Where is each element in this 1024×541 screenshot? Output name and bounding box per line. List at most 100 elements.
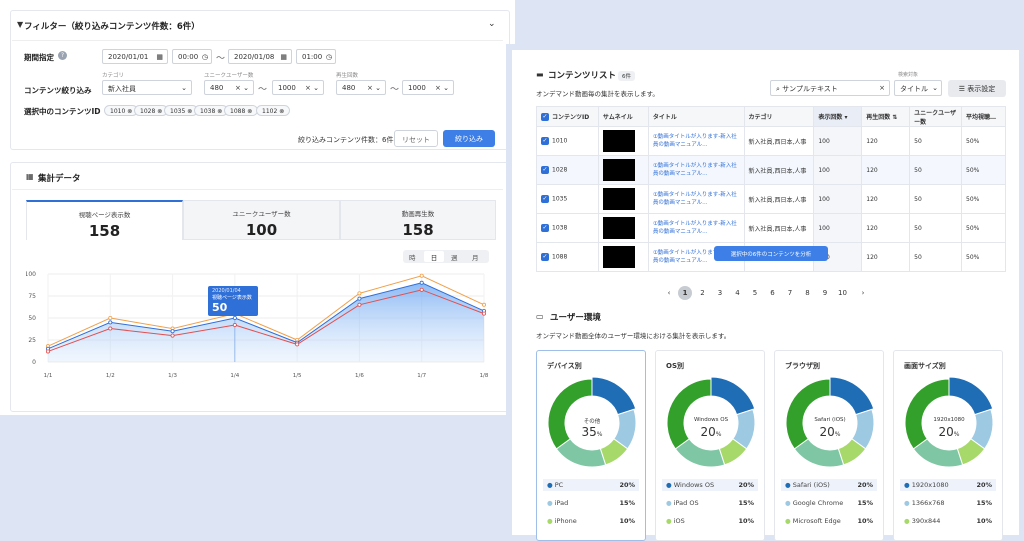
next-page[interactable]: › — [856, 286, 870, 300]
legend-item[interactable]: ● Google Chrome 15% — [781, 497, 877, 509]
legend-item[interactable]: ● Safari (iOS) 20% — [781, 479, 877, 491]
count-badge: 6件 — [618, 71, 635, 81]
x-tick-label: 1/4 — [230, 373, 239, 379]
time-to-input[interactable]: 01:00 ◷ — [296, 49, 336, 64]
help-icon[interactable]: ? — [58, 51, 67, 60]
table-row[interactable]: ✓ 1035 ①動画タイトルが入ります-新入社員の動画マニュアル… 新入社員,西日… — [536, 184, 1006, 214]
collapse-chevron-icon[interactable]: ⌄ — [488, 19, 496, 29]
id-chip[interactable]: 1102 ⊗ — [256, 105, 291, 116]
env-card-title: ブラウザ別 — [785, 362, 820, 370]
donut-center-label: 1920x1080 — [933, 417, 965, 423]
prev-page[interactable]: ‹ — [662, 286, 676, 300]
x-tick-label: 1/8 — [480, 373, 489, 379]
col-views[interactable]: 表示回数 ▾ — [813, 106, 863, 127]
tab-unique-users[interactable]: ユニークユーザー数 100 — [183, 200, 340, 240]
unique-min-select[interactable]: 480 × ⌄ — [204, 80, 254, 95]
legend-item[interactable]: ● iPhone 10% — [543, 515, 639, 527]
page-1[interactable]: 1 — [678, 286, 692, 300]
monitor-icon: ▭ — [536, 312, 544, 321]
col-avg[interactable]: 平均視聴… — [961, 106, 1006, 127]
col-plays[interactable]: 再生回数 ⇅ — [861, 106, 911, 127]
data-point — [108, 316, 113, 321]
unique-sublabel: ユニークユーザー数 — [204, 73, 254, 79]
row-views: 100 — [813, 155, 863, 185]
row-avg: 50% — [961, 155, 1006, 185]
table-row[interactable]: ✓ 1038 ①動画タイトルが入ります-新入社員の動画マニュアル… 新入社員,西日… — [536, 213, 1006, 243]
row-id[interactable]: ✓ 1088 — [536, 242, 599, 272]
row-category: 新入社員,西日本,人事 — [743, 155, 815, 185]
row-id[interactable]: ✓ 1038 — [536, 213, 599, 243]
date-to-input[interactable]: 2020/01/08 ▦ — [228, 49, 292, 64]
page-9[interactable]: 9 — [818, 286, 832, 300]
page-10[interactable]: 10 — [836, 286, 850, 300]
unit-week[interactable]: 週 — [451, 252, 458, 262]
donut-slice[interactable] — [948, 376, 994, 416]
y-tick-label: 50 — [28, 315, 36, 322]
analyze-selected-button[interactable]: 選択中の6件のコンテンツを分析 — [714, 246, 828, 261]
tab-video-plays[interactable]: 動画再生数 158 — [340, 200, 496, 240]
legend-item[interactable]: ● Microsoft Edge 10% — [781, 515, 877, 527]
table-row[interactable]: ✓ 1028 ①動画タイトルが入ります-新入社員の動画マニュアル… 新入社員,西日… — [536, 155, 1006, 185]
unit-hour[interactable]: 時 — [409, 252, 416, 262]
row-avg: 50% — [961, 242, 1006, 272]
row-title-link[interactable]: ①動画タイトルが入ります-新入社員の動画マニュアル… — [647, 126, 745, 156]
search-input[interactable]: ⌕ サンプルテキスト × — [770, 80, 890, 96]
reset-button[interactable]: リセット — [394, 130, 438, 147]
unique-max-select[interactable]: 1000 × ⌄ — [272, 80, 324, 95]
date-from-input[interactable]: 2020/01/01 ▦ — [102, 49, 168, 64]
legend-item[interactable]: ● iPad 15% — [543, 497, 639, 509]
page-3[interactable]: 3 — [713, 286, 727, 300]
grid-icon: ▦ — [26, 172, 34, 181]
time-from-input[interactable]: 00:00 ◷ — [172, 49, 212, 64]
play-max-select[interactable]: 1000 × ⌄ — [402, 80, 454, 95]
page-4[interactable]: 4 — [731, 286, 745, 300]
row-id[interactable]: ✓ 1028 — [536, 155, 599, 185]
row-id[interactable]: ✓ 1035 — [536, 184, 599, 214]
page-6[interactable]: 6 — [766, 286, 780, 300]
legend-item[interactable]: ● 390x844 10% — [900, 515, 996, 527]
x-tick-label: 1/7 — [417, 373, 426, 379]
display-settings-button[interactable]: ☰ 表示設定 — [948, 80, 1006, 97]
legend-item[interactable]: ● iPad OS 15% — [662, 497, 758, 509]
category-select[interactable]: 新入社員 ⌄ — [102, 80, 192, 95]
page-5[interactable]: 5 — [748, 286, 762, 300]
id-chip[interactable]: 1088 ⊗ — [224, 105, 259, 116]
legend-item[interactable]: ● PC 20% — [543, 479, 639, 491]
donut-slice[interactable] — [710, 376, 756, 416]
legend-item[interactable]: ● iOS 10% — [662, 515, 758, 527]
thumbnail — [597, 184, 649, 214]
col-category: カテゴリ — [743, 106, 815, 127]
donut-slice[interactable] — [591, 376, 637, 416]
col-uu[interactable]: ユニークユーザー数 — [909, 106, 963, 127]
unit-day[interactable]: 日 — [424, 251, 444, 262]
y-tick-label: 0 — [32, 359, 36, 366]
col-id[interactable]: ✓ コンテンツID — [536, 106, 599, 127]
row-title-link[interactable]: ①動画タイトルが入ります-新入社員の動画マニュアル… — [647, 155, 745, 185]
legend-item[interactable]: ● 1920x1080 20% — [900, 479, 996, 491]
unit-month[interactable]: 月 — [472, 252, 479, 262]
x-tick-label: 1/5 — [293, 373, 302, 379]
x-tick-label: 1/2 — [106, 373, 115, 379]
table-row[interactable]: ✓ 1010 ①動画タイトルが入ります-新入社員の動画マニュアル… 新入社員,西日… — [536, 126, 1006, 156]
data-point — [419, 287, 424, 292]
page-8[interactable]: 8 — [801, 286, 815, 300]
play-min-select[interactable]: 480 × ⌄ — [336, 80, 386, 95]
legend-item[interactable]: ● 1366x768 15% — [900, 497, 996, 509]
data-point — [357, 302, 362, 307]
row-id[interactable]: ✓ 1010 — [536, 126, 599, 156]
page-2[interactable]: 2 — [696, 286, 710, 300]
legend-item[interactable]: ● Windows OS 20% — [662, 479, 758, 491]
aggregate-title: 集計データ — [38, 174, 81, 184]
tab-page-views[interactable]: 視聴ページ表示数 158 — [26, 200, 183, 240]
category-sublabel: カテゴリ — [102, 73, 125, 79]
apply-filter-button[interactable]: 絞り込み — [443, 130, 495, 147]
row-title-link[interactable]: ①動画タイトルが入ります-新入社員の動画マニュアル… — [647, 213, 745, 243]
donut-center-value: 35% — [581, 425, 603, 439]
page-7[interactable]: 7 — [783, 286, 797, 300]
y-tick-label: 25 — [28, 337, 36, 344]
search-icon: ⌕ — [776, 85, 780, 93]
row-title-link[interactable]: ①動画タイトルが入ります-新入社員の動画マニュアル… — [647, 184, 745, 214]
donut-slice[interactable] — [829, 376, 875, 416]
env-card: ブラウザ別 Safari (iOS) 20% ● Safari (iOS) 20% ●… — [774, 350, 884, 541]
search-target-select[interactable]: タイトル ⌄ — [894, 80, 942, 96]
